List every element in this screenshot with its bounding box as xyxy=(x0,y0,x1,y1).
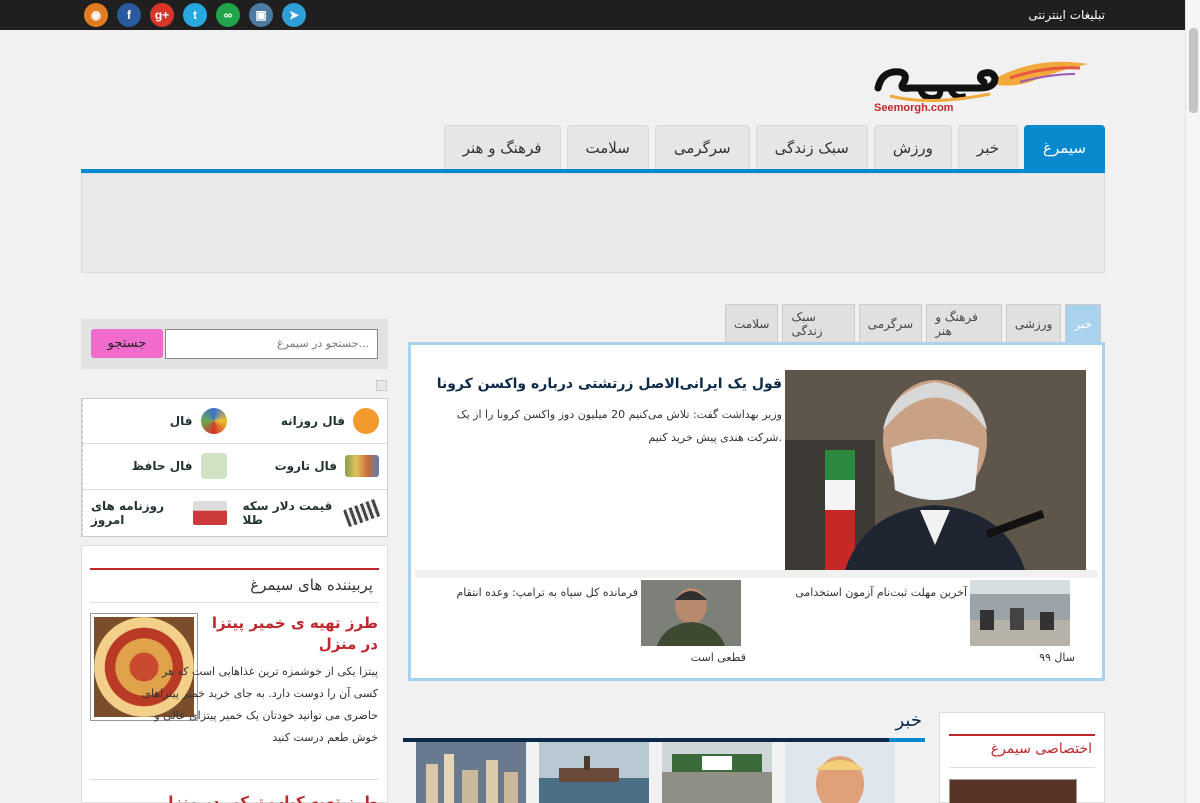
fal-wheel-icon xyxy=(200,408,227,435)
collapse-toggle[interactable] xyxy=(376,380,387,391)
sub-news-caption[interactable]: فرمانده کل سپاه به ترامپ: وعده انتقام xyxy=(457,563,639,623)
nav-item-culture-art[interactable]: فرهنگ و هنر xyxy=(443,125,561,170)
popular-header-line xyxy=(90,568,379,570)
tarot-fal-link[interactable]: فال تاروت xyxy=(234,444,387,490)
tab-entertainment[interactable]: سرگرمی xyxy=(858,304,923,342)
ad-banner xyxy=(81,173,1105,273)
facebook-icon[interactable]: f xyxy=(117,3,141,27)
popular-next-title[interactable]: طرز تهیه کباب ترکی در منزل xyxy=(161,793,378,803)
tab-news[interactable]: خبر xyxy=(1065,304,1101,342)
tarot-fal-label: فال تاروت xyxy=(274,459,337,474)
exclusive-box: اختصاصی سیمرغ xyxy=(939,712,1105,803)
newspapers-link[interactable]: روزنامه های امروز xyxy=(82,489,235,536)
news-section-title[interactable]: خبر xyxy=(896,710,923,731)
rss-icon[interactable]: ◉ xyxy=(84,3,108,27)
social-icons: ◉ f g+ t ∞ ▣ ➤ xyxy=(84,3,306,27)
tarot-cards-icon xyxy=(345,455,379,478)
site-logo[interactable]: Seemorgh.com xyxy=(870,48,1095,118)
telegram-icon[interactable]: ➤ xyxy=(282,3,306,27)
daily-fal-label: فال روزانه xyxy=(280,414,345,429)
featured-image[interactable] xyxy=(785,370,1086,570)
sub-news-image[interactable] xyxy=(641,580,741,646)
hafez-icon xyxy=(200,453,227,480)
tab-sports[interactable]: ورزشی xyxy=(1005,304,1062,342)
sub-news-caption[interactable]: آخرین مهلت ثبت‌نام آزمون استخدامی xyxy=(795,563,967,623)
featured-headline[interactable]: قول یک ایرانی‌الاصل زرتشتی درباره واکسن … xyxy=(437,376,782,392)
news-thumb[interactable] xyxy=(662,742,772,803)
tab-health[interactable]: سلامت xyxy=(725,304,779,342)
divider xyxy=(90,779,379,780)
popular-article-body: پیتزا یکی از خوشمزه ترین غذاهایی است که … xyxy=(142,665,378,744)
page-scrollbar[interactable] xyxy=(1185,0,1200,803)
nav-item-news[interactable]: خبر xyxy=(957,125,1018,170)
news-section: خبر xyxy=(403,710,925,803)
hafez-fal-label: فال حافظ xyxy=(131,459,193,474)
popular-article-title[interactable]: طرز تهیه ی خمیر پیتزا در منزل xyxy=(208,613,378,655)
exclusive-image[interactable] xyxy=(949,779,1077,803)
scrollbar-thumb[interactable] xyxy=(1189,28,1198,113)
top-bar: ◉ f g+ t ∞ ▣ ➤ تبلیغات اینترنتی xyxy=(0,0,1200,30)
nav-item-sport[interactable]: ورزش xyxy=(873,125,952,170)
divider xyxy=(90,602,379,603)
nav-item-health[interactable]: سلامت xyxy=(566,125,649,170)
fal-links: فال فال روزانه فال حافظ فال تاروت روزنام… xyxy=(81,398,388,537)
featured-news-box: قول یک ایرانی‌الاصل زرتشتی درباره واکسن … xyxy=(408,342,1105,681)
nav-item-seemorgh[interactable]: سیمرغ xyxy=(1024,125,1105,170)
news-thumb[interactable] xyxy=(785,742,895,803)
fal-link[interactable]: فال xyxy=(82,399,235,445)
tab-culture-art[interactable]: فرهنگ و هنر xyxy=(926,304,1002,342)
exclusive-title[interactable]: اختصاصی سیمرغ xyxy=(991,741,1092,757)
currency-prices-label: قیمت دلار سکه طلا xyxy=(242,498,333,527)
featured-lead: وزیر بهداشت گفت: تلاش می‌کنیم 20 میلیون … xyxy=(456,408,782,444)
sub-news-caption-line2[interactable]: سال ۹۹ xyxy=(1039,651,1075,664)
aparat-icon[interactable]: ∞ xyxy=(216,3,240,27)
google-plus-icon[interactable]: g+ xyxy=(150,3,174,27)
news-thumb[interactable] xyxy=(539,742,649,803)
sub-news-caption-line2[interactable]: قطعی است xyxy=(691,651,746,664)
nav-item-lifestyle[interactable]: سبک زندگی xyxy=(755,125,868,170)
logo-text: Seemorgh.com xyxy=(874,102,954,114)
search-input[interactable]: جستجو در سیمرغ... xyxy=(165,329,378,359)
newspaper-icon xyxy=(192,500,227,525)
popular-box: پربیننده های سیمرغ طرز تهیه ی خمیر پیتزا… xyxy=(81,545,388,803)
sub-news-image[interactable] xyxy=(970,580,1070,646)
search-box: جستجو در سیمرغ... جستجو xyxy=(81,319,388,369)
currency-icon xyxy=(342,498,382,528)
tab-lifestyle[interactable]: سبک زندگی xyxy=(782,304,855,342)
twitter-icon[interactable]: t xyxy=(183,3,207,27)
newspapers-label: روزنامه های امروز xyxy=(91,498,164,527)
daily-fal-link[interactable]: فال روزانه xyxy=(234,399,387,445)
currency-prices-link[interactable]: قیمت دلار سکه طلا xyxy=(235,490,388,536)
exclusive-header-line xyxy=(949,734,1095,736)
news-thumb[interactable] xyxy=(416,742,526,803)
search-button[interactable]: جستجو xyxy=(91,329,163,358)
hafez-fal-link[interactable]: فال حافظ xyxy=(82,444,235,490)
category-tabs: خبر ورزشی فرهنگ و هنر سرگرمی سبک زندگی س… xyxy=(725,304,1101,342)
daily-fal-icon xyxy=(353,408,379,435)
instagram-icon[interactable]: ▣ xyxy=(249,3,273,27)
popular-title: پربیننده های سیمرغ xyxy=(250,576,373,594)
ads-link[interactable]: تبلیغات اینترنتی xyxy=(1028,8,1105,22)
nav-item-entertainment[interactable]: سرگرمی xyxy=(654,125,750,170)
fal-label: فال xyxy=(169,414,193,429)
divider xyxy=(949,767,1095,768)
main-nav: سیمرغ خبر ورزش سبک زندگی سرگرمی سلامت فر… xyxy=(413,125,1105,170)
